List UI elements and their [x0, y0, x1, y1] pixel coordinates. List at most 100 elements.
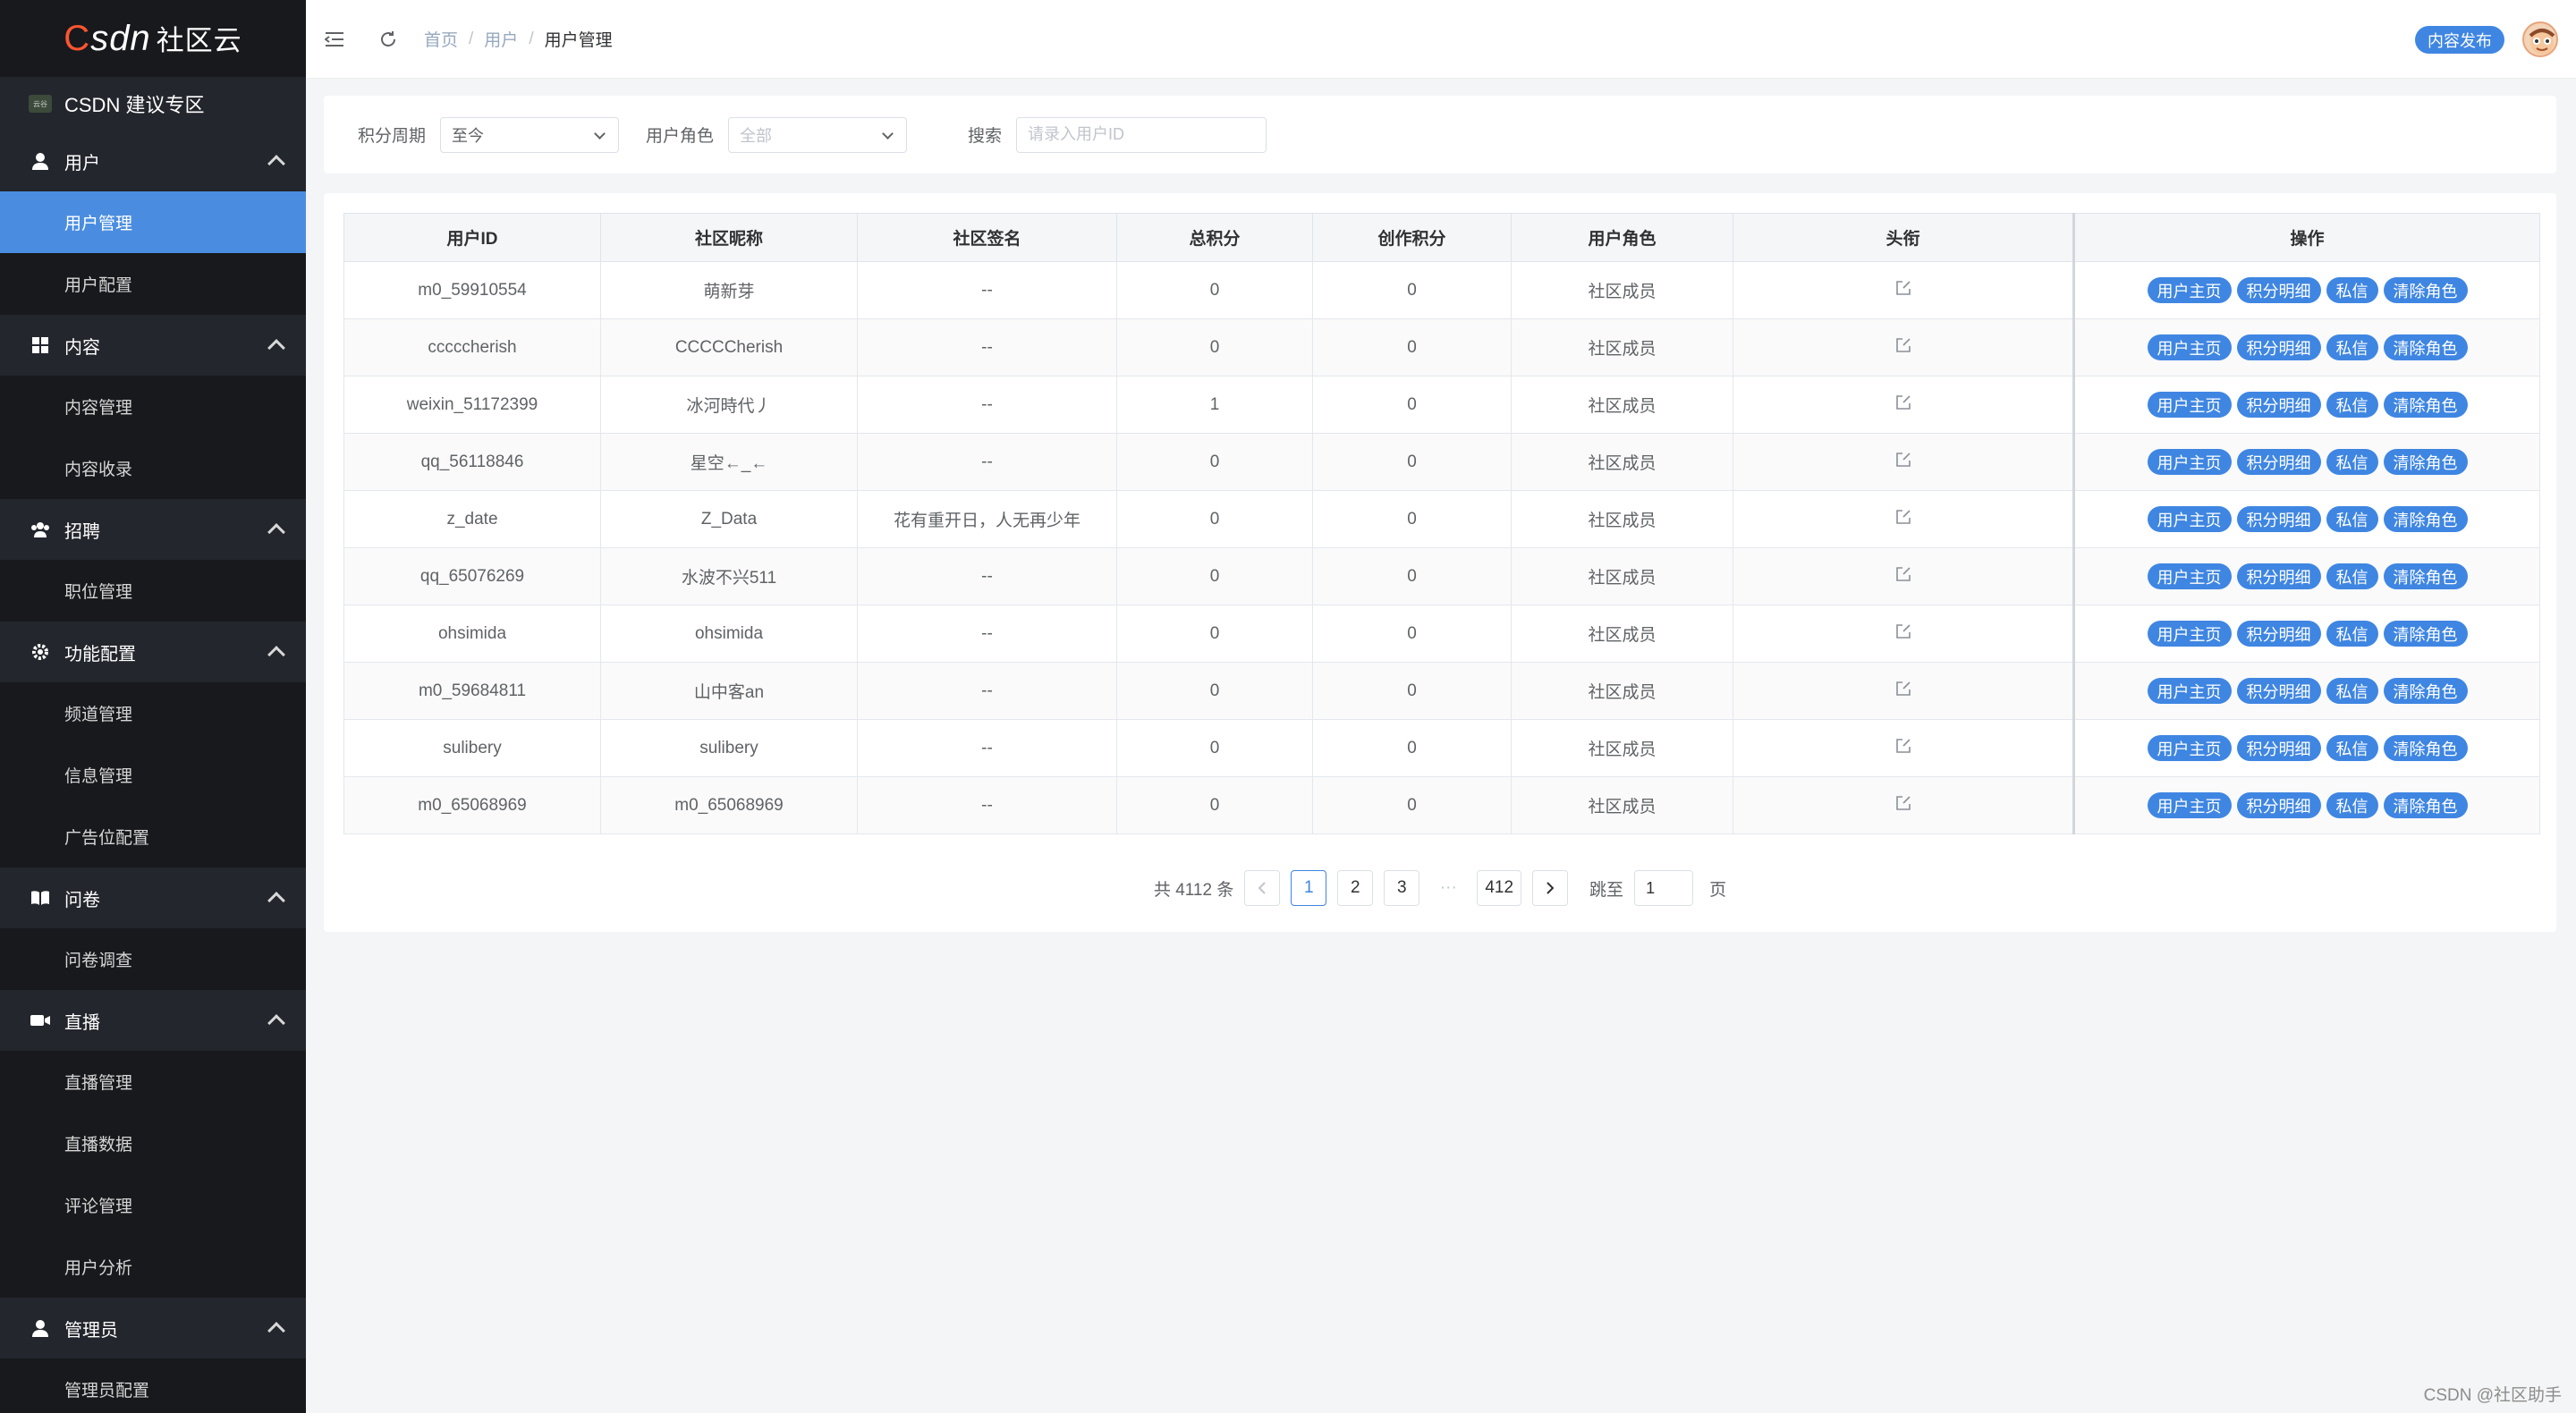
sidebar-item[interactable]: 内容管理	[0, 376, 306, 437]
user-home-button[interactable]: 用户主页	[2147, 277, 2232, 303]
page-1-button[interactable]: 1	[1291, 870, 1327, 906]
edit-icon[interactable]	[1895, 452, 1911, 468]
period-select[interactable]: 至今	[440, 116, 620, 153]
message-button[interactable]: 私信	[2326, 506, 2378, 532]
edit-icon[interactable]	[1895, 566, 1911, 582]
clear-role-button[interactable]: 清除角色	[2383, 506, 2468, 532]
clear-role-button[interactable]: 清除角色	[2383, 334, 2468, 360]
sidebar-item[interactable]: 广告位配置	[0, 806, 306, 867]
sidebar-item[interactable]: 用户管理	[0, 191, 306, 253]
jump-page-input[interactable]	[1634, 870, 1694, 906]
creation-points-cell: 0	[1312, 776, 1512, 834]
user-avatar[interactable]	[2522, 21, 2558, 57]
edit-icon[interactable]	[1895, 681, 1911, 697]
sidebar-group-2[interactable]: 招聘	[0, 499, 306, 560]
sidebar-item[interactable]: 问卷调查	[0, 928, 306, 990]
creation-points-cell: 0	[1312, 605, 1512, 663]
sidebar-item[interactable]: 用户配置	[0, 253, 306, 315]
points-detail-button[interactable]: 积分明细	[2236, 449, 2321, 475]
points-detail-button[interactable]: 积分明细	[2236, 678, 2321, 704]
sidebar-group-0[interactable]: 用户	[0, 131, 306, 191]
points-detail-button[interactable]: 积分明细	[2236, 392, 2321, 418]
user-home-button[interactable]: 用户主页	[2147, 678, 2232, 704]
sidebar-group-1[interactable]: 内容	[0, 315, 306, 376]
clear-role-button[interactable]: 清除角色	[2383, 563, 2468, 589]
message-button[interactable]: 私信	[2326, 563, 2378, 589]
last-page-button[interactable]: 412	[1477, 870, 1522, 906]
sidebar-item[interactable]: 直播管理	[0, 1051, 306, 1113]
clear-role-button[interactable]: 清除角色	[2383, 678, 2468, 704]
sidebar-item[interactable]: 用户分析	[0, 1236, 306, 1298]
user-home-button[interactable]: 用户主页	[2147, 392, 2232, 418]
points-detail-button[interactable]: 积分明细	[2236, 277, 2321, 303]
nickname-cell: 冰河時代丿	[600, 376, 858, 434]
user-home-button[interactable]: 用户主页	[2147, 792, 2232, 818]
sidebar-group-4[interactable]: 问卷	[0, 867, 306, 928]
edit-icon[interactable]	[1895, 509, 1911, 525]
next-page-button[interactable]	[1532, 870, 1569, 906]
logo[interactable]: CSDN 社区云	[0, 0, 306, 77]
edit-icon[interactable]	[1895, 394, 1911, 410]
message-button[interactable]: 私信	[2326, 392, 2378, 418]
sidebar-group-6[interactable]: 管理员	[0, 1298, 306, 1358]
points-detail-button[interactable]: 积分明细	[2236, 792, 2321, 818]
edit-icon[interactable]	[1895, 795, 1911, 811]
message-button[interactable]: 私信	[2326, 735, 2378, 761]
message-button[interactable]: 私信	[2326, 449, 2378, 475]
role-label: 用户角色	[646, 127, 715, 146]
breadcrumb-users[interactable]: 用户	[484, 27, 518, 51]
clear-role-button[interactable]: 清除角色	[2383, 621, 2468, 647]
actions-cell: 用户主页 积分明细 私信 清除角色	[2072, 318, 2540, 377]
user-home-button[interactable]: 用户主页	[2147, 449, 2232, 475]
sidebar-group-3[interactable]: 功能配置	[0, 622, 306, 682]
signature-cell: --	[857, 261, 1117, 319]
sidebar-item[interactable]: 评论管理	[0, 1174, 306, 1236]
sidebar-item[interactable]: 职位管理	[0, 560, 306, 622]
prev-page-button[interactable]	[1244, 870, 1281, 906]
table-row: m0_65068969 m0_65068969 -- 0 0 社区成员 用户主页 积分明细 私信…	[343, 776, 2540, 834]
sidebar-item[interactable]: 内容收录	[0, 437, 306, 499]
user-id-search-input[interactable]	[1016, 116, 1267, 153]
points-detail-button[interactable]: 积分明细	[2236, 563, 2321, 589]
message-button[interactable]: 私信	[2326, 678, 2378, 704]
signature-cell: --	[857, 776, 1117, 834]
edit-icon[interactable]	[1895, 337, 1911, 353]
clear-role-button[interactable]: 清除角色	[2383, 392, 2468, 418]
user-home-button[interactable]: 用户主页	[2147, 735, 2232, 761]
message-button[interactable]: 私信	[2326, 792, 2378, 818]
role-select[interactable]: 全部	[728, 116, 908, 153]
edit-icon[interactable]	[1895, 623, 1911, 639]
menu-fold-icon[interactable]	[324, 29, 345, 50]
message-button[interactable]: 私信	[2326, 621, 2378, 647]
points-detail-button[interactable]: 积分明细	[2236, 334, 2321, 360]
sidebar-item[interactable]: 信息管理	[0, 744, 306, 806]
clear-role-button[interactable]: 清除角色	[2383, 792, 2468, 818]
total-points-cell: 0	[1116, 261, 1313, 319]
user-home-button[interactable]: 用户主页	[2147, 334, 2232, 360]
edit-icon[interactable]	[1895, 280, 1911, 296]
more-pages-ellipsis[interactable]: ···	[1430, 878, 1466, 898]
edit-icon[interactable]	[1895, 738, 1911, 754]
clear-role-button[interactable]: 清除角色	[2383, 277, 2468, 303]
sidebar-item[interactable]: 直播数据	[0, 1113, 306, 1174]
message-button[interactable]: 私信	[2326, 334, 2378, 360]
message-button[interactable]: 私信	[2326, 277, 2378, 303]
page-3-button[interactable]: 3	[1384, 870, 1420, 906]
user-home-button[interactable]: 用户主页	[2147, 563, 2232, 589]
page-2-button[interactable]: 2	[1337, 870, 1374, 906]
sidebar-group-5[interactable]: 直播	[0, 990, 306, 1051]
user-home-button[interactable]: 用户主页	[2147, 621, 2232, 647]
user-home-button[interactable]: 用户主页	[2147, 506, 2232, 532]
publish-content-button[interactable]: 内容发布	[2415, 26, 2504, 54]
sidebar-item[interactable]: 频道管理	[0, 682, 306, 744]
points-detail-button[interactable]: 积分明细	[2236, 621, 2321, 647]
refresh-icon[interactable]	[377, 29, 399, 50]
points-detail-button[interactable]: 积分明细	[2236, 735, 2321, 761]
user-id-cell: weixin_51172399	[343, 376, 601, 434]
clear-role-button[interactable]: 清除角色	[2383, 449, 2468, 475]
community-switcher[interactable]: 云谷 CSDN 建议专区	[0, 77, 306, 131]
sidebar-item[interactable]: 管理员配置	[0, 1358, 306, 1413]
points-detail-button[interactable]: 积分明细	[2236, 506, 2321, 532]
breadcrumb-home[interactable]: 首页	[424, 27, 458, 51]
clear-role-button[interactable]: 清除角色	[2383, 735, 2468, 761]
